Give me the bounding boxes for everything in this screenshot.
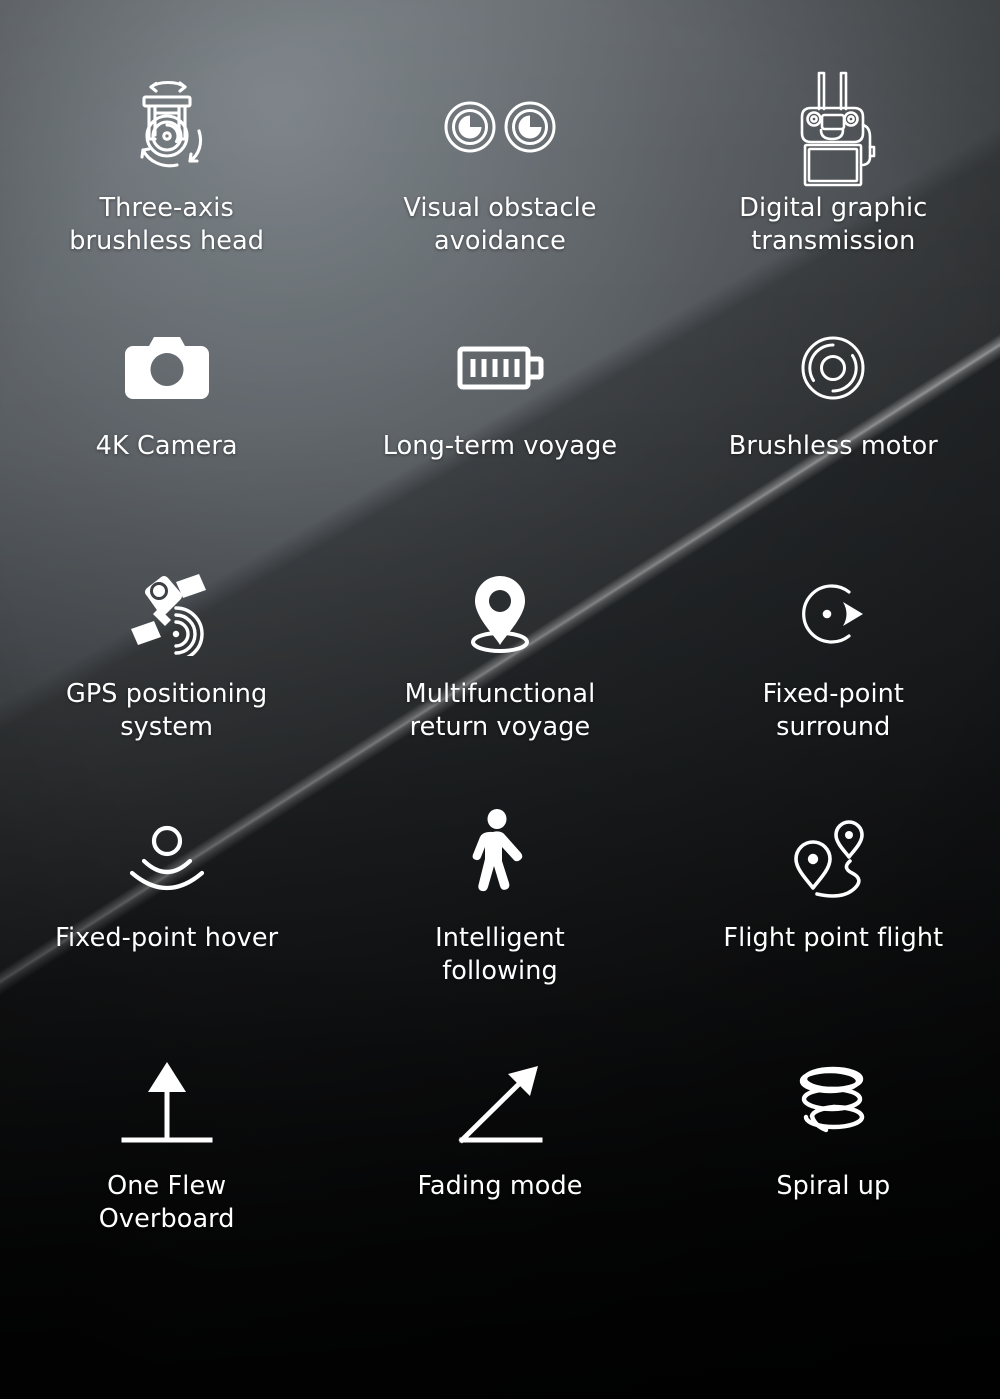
feature-item-gps-positioning-system: GPS positioning system [0, 550, 333, 794]
diagonal-arrow-icon [452, 1038, 548, 1170]
motor-icon [795, 306, 871, 430]
feature-label: One Flew Overboard [99, 1170, 235, 1236]
feature-item-fading-mode: Fading mode [333, 1038, 666, 1282]
feature-item-multifunctional-return-voyage: Multifunctional return voyage [333, 550, 666, 794]
feature-label: Flight point flight [723, 922, 943, 955]
battery-icon [456, 306, 544, 430]
feature-label: Fixed-point hover [55, 922, 278, 955]
feature-label: Multifunctional return voyage [405, 678, 596, 744]
feature-label: 4K Camera [96, 430, 238, 463]
takeoff-arrow-icon [118, 1038, 216, 1170]
feature-label: Visual obstacle avoidance [403, 192, 596, 258]
feature-label: Fading mode [417, 1170, 582, 1203]
orbit-arrow-icon [793, 550, 873, 678]
feature-label: Brushless motor [729, 430, 938, 463]
feature-item-visual-obstacle-avoidance: Visual obstacle avoidance [333, 62, 666, 306]
feature-item-spiral-up: Spiral up [667, 1038, 1000, 1282]
feature-label: Digital graphic transmission [739, 192, 927, 258]
feature-grid-page: Three-axis brushless head Visual obstacl… [0, 0, 1000, 1399]
feature-label: GPS positioning system [66, 678, 267, 744]
map-pin-icon [460, 550, 540, 678]
feature-label: Spiral up [776, 1170, 890, 1203]
feature-item-brushless-motor: Brushless motor [667, 306, 1000, 550]
feature-item-4k-camera: 4K Camera [0, 306, 333, 550]
feature-grid: Three-axis brushless head Visual obstacl… [0, 0, 1000, 1282]
feature-item-flight-point-flight: Flight point flight [667, 794, 1000, 1038]
spiral-icon [791, 1038, 875, 1170]
remote-controller-icon [783, 62, 883, 192]
feature-item-digital-graphic-transmission: Digital graphic transmission [667, 62, 1000, 306]
dual-sensor-eyes-icon [438, 62, 562, 192]
feature-item-intelligent-following: Intelligent following [333, 794, 666, 1038]
feature-label: Fixed-point surround [763, 678, 904, 744]
camera-icon [125, 306, 209, 430]
hover-waves-icon [123, 794, 211, 922]
gimbal-icon [115, 62, 219, 192]
feature-item-fixed-point-surround: Fixed-point surround [667, 550, 1000, 794]
feature-item-fixed-point-hover: Fixed-point hover [0, 794, 333, 1038]
feature-item-three-axis-brushless-head: Three-axis brushless head [0, 62, 333, 306]
satellite-icon [121, 550, 213, 678]
feature-item-one-flew-overboard: One Flew Overboard [0, 1038, 333, 1282]
waypoint-route-icon [787, 794, 879, 922]
feature-item-long-term-voyage: Long-term voyage [333, 306, 666, 550]
feature-label: Intelligent following [435, 922, 565, 988]
feature-label: Long-term voyage [383, 430, 617, 463]
walking-person-icon [468, 794, 532, 922]
feature-label: Three-axis brushless head [69, 192, 264, 258]
